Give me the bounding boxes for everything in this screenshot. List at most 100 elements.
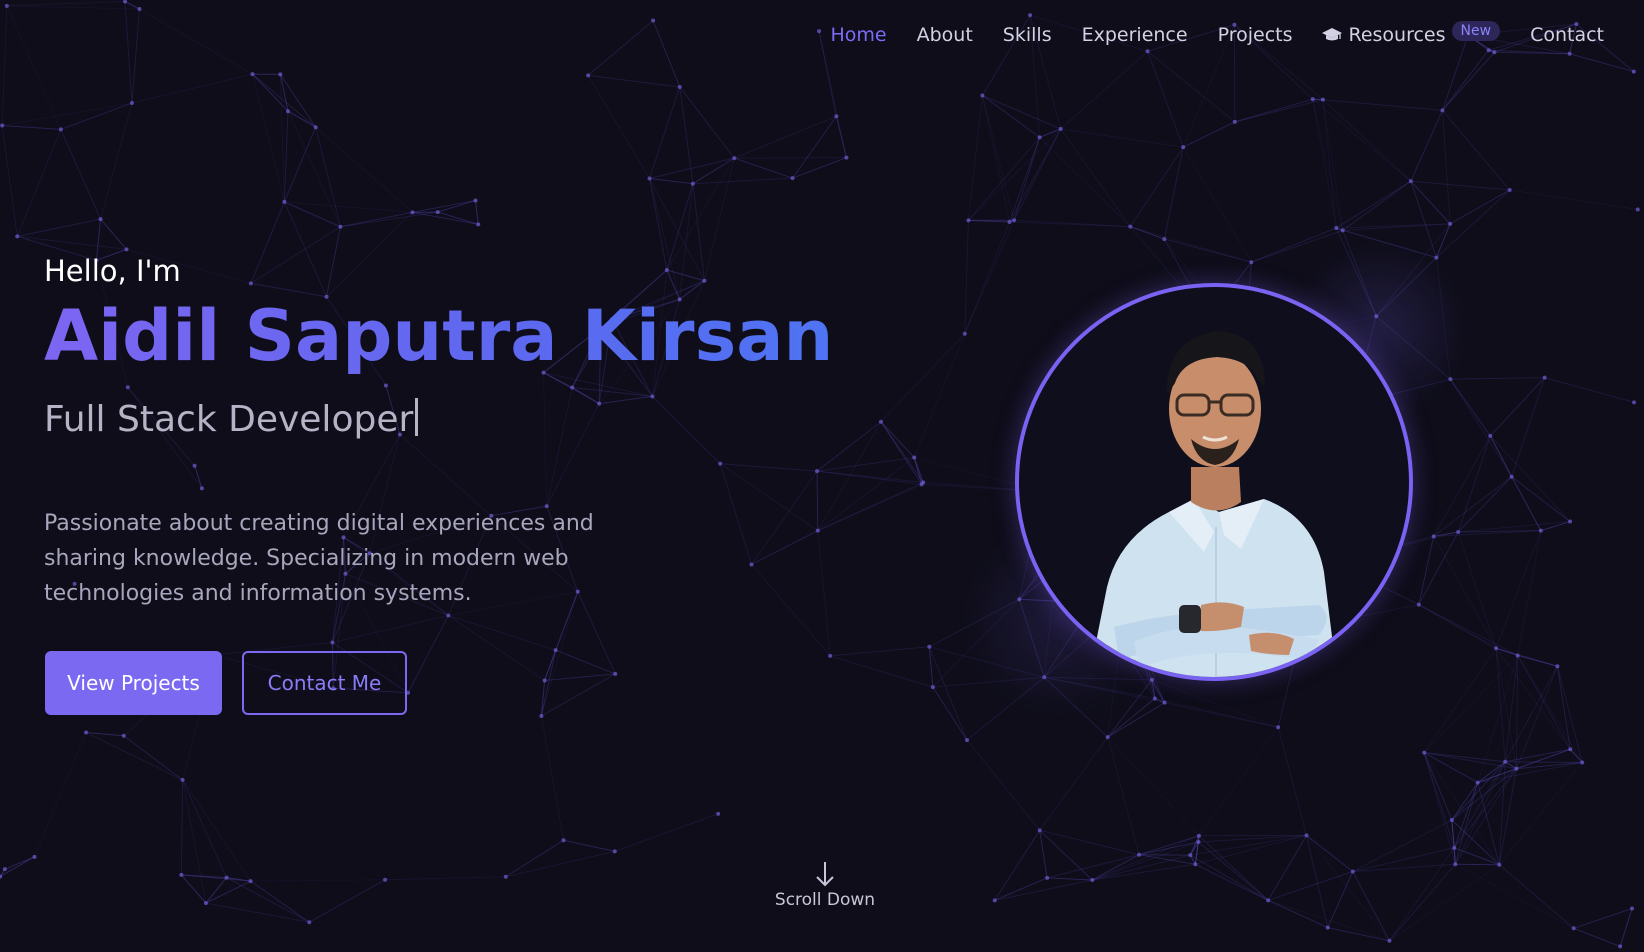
network-line xyxy=(250,226,341,284)
network-line xyxy=(124,1,140,10)
network-line xyxy=(100,102,133,220)
network-node xyxy=(1276,725,1281,730)
network-node xyxy=(278,72,283,77)
network-line xyxy=(1544,377,1635,403)
network-line xyxy=(913,457,924,483)
network-node xyxy=(1618,944,1623,949)
network-line xyxy=(1267,835,1307,901)
nav-link-resources[interactable]: Resources New xyxy=(1322,21,1501,46)
network-line xyxy=(194,465,203,489)
network-line xyxy=(1569,53,1634,73)
network-line xyxy=(817,421,882,531)
network-line xyxy=(181,874,251,882)
network-line xyxy=(1039,136,1131,227)
network-node xyxy=(473,198,478,203)
network-line xyxy=(835,116,847,158)
network-line xyxy=(817,481,924,532)
network-node xyxy=(1188,853,1193,858)
network-line xyxy=(587,75,650,179)
network-line xyxy=(588,74,680,88)
network-line xyxy=(1498,864,1574,929)
network-node xyxy=(1431,534,1436,539)
network-node xyxy=(179,872,184,877)
network-node xyxy=(570,385,575,390)
network-line xyxy=(1423,752,1453,821)
network-line xyxy=(692,157,735,185)
network-node xyxy=(597,401,602,406)
network-node xyxy=(1515,653,1520,658)
network-line xyxy=(1060,128,1184,148)
view-projects-button[interactable]: View Projects xyxy=(45,651,222,715)
network-node xyxy=(313,125,318,130)
network-node xyxy=(1449,818,1454,823)
nav-link-about[interactable]: About xyxy=(917,24,973,46)
network-node xyxy=(1340,228,1345,233)
network-line xyxy=(1423,647,1497,753)
network-line xyxy=(1182,121,1236,148)
network-node xyxy=(383,383,388,388)
network-line xyxy=(385,876,506,881)
network-line xyxy=(1312,99,1344,231)
network-line xyxy=(1509,189,1638,210)
network-line xyxy=(250,880,310,923)
network-line xyxy=(1495,530,1542,649)
network-line xyxy=(448,615,545,681)
network-node xyxy=(1249,260,1254,265)
network-line xyxy=(124,1,133,104)
network-line xyxy=(1047,877,1093,881)
network-node xyxy=(966,218,971,223)
network-line xyxy=(829,655,933,688)
network-node xyxy=(285,109,290,114)
nav-link-experience[interactable]: Experience xyxy=(1082,24,1188,46)
network-node xyxy=(964,738,969,743)
network-node xyxy=(650,394,655,399)
network-line xyxy=(928,646,934,688)
network-node xyxy=(828,653,833,658)
network-line xyxy=(703,158,735,281)
network-node xyxy=(137,7,142,12)
nav-link-home[interactable]: Home xyxy=(831,24,887,46)
network-node xyxy=(1631,69,1636,74)
network-line xyxy=(1442,49,1490,111)
network-node xyxy=(248,281,253,286)
network-node xyxy=(121,733,126,738)
network-node xyxy=(98,217,103,222)
network-node xyxy=(1105,735,1110,740)
network-line xyxy=(1410,110,1443,182)
network-node xyxy=(921,480,926,485)
network-line xyxy=(719,463,819,532)
network-line xyxy=(1441,110,1451,224)
network-line xyxy=(2,124,61,130)
network-line xyxy=(1410,180,1510,191)
network-node xyxy=(1012,218,1017,223)
network-line xyxy=(816,470,924,483)
network-line xyxy=(994,830,1041,901)
scroll-down-indicator[interactable]: Scroll Down xyxy=(760,860,890,910)
network-line xyxy=(830,646,930,657)
network-node xyxy=(1304,833,1309,838)
network-line xyxy=(964,221,1010,334)
network-line xyxy=(666,183,694,271)
network-node xyxy=(1514,766,1519,771)
nav-link-skills[interactable]: Skills xyxy=(1003,24,1052,46)
network-line xyxy=(131,9,140,104)
network-node xyxy=(1266,898,1271,903)
network-node xyxy=(1635,207,1640,212)
contact-me-button[interactable]: Contact Me xyxy=(242,651,407,715)
person-portrait-illustration xyxy=(1089,331,1337,677)
network-node xyxy=(1448,221,1453,226)
network-line xyxy=(1454,761,1506,865)
network-line xyxy=(1198,726,1279,837)
network-node xyxy=(1492,50,1497,55)
nav-link-contact[interactable]: Contact xyxy=(1530,24,1604,46)
network-line xyxy=(734,157,793,179)
network-node xyxy=(561,838,566,843)
network-line xyxy=(1198,835,1269,901)
nav-link-projects[interactable]: Projects xyxy=(1218,24,1293,46)
network-line xyxy=(1039,829,1093,881)
network-line xyxy=(2,102,133,126)
network-line xyxy=(1267,899,1328,929)
network-line xyxy=(250,879,386,882)
network-node xyxy=(1045,875,1050,880)
network-line xyxy=(792,157,847,179)
